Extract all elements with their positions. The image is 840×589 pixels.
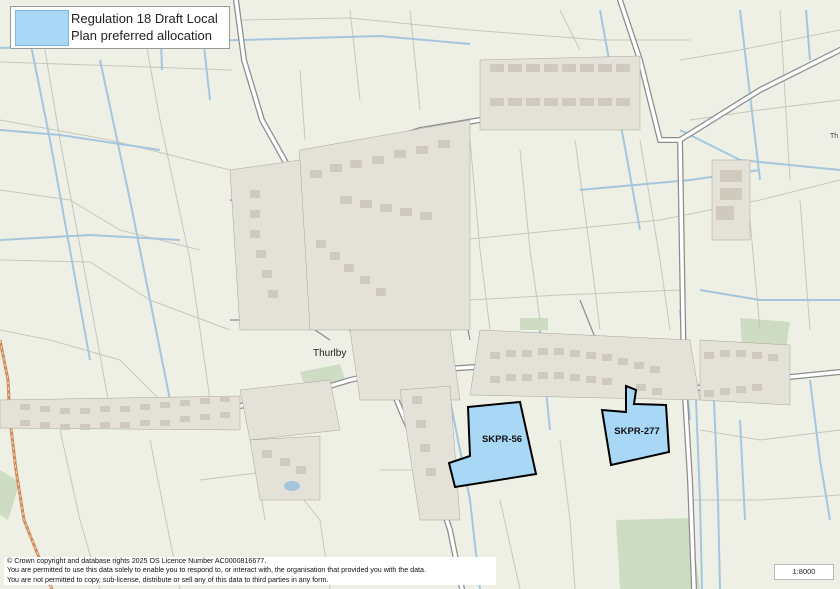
copyright-line2: You are permitted to use this data solel… [7, 566, 426, 575]
copyright-line3: You are not permitted to copy, sub-licen… [7, 575, 329, 584]
place-label-thurlby: Thurlby [313, 348, 346, 359]
site-label-skpr-277: SKPR-277 [614, 426, 659, 437]
scale-indicator: 1:8000 [774, 564, 834, 580]
site-label-skpr-56: SKPR-56 [482, 434, 522, 445]
legend-label-line2: Plan preferred allocation [71, 28, 212, 43]
copyright-notice: © Crown copyright and database rights 20… [4, 557, 496, 585]
place-label-right-cut: Th [830, 133, 838, 140]
legend-swatch [15, 10, 69, 46]
legend-label: Regulation 18 Draft Local Plan preferred… [71, 10, 218, 44]
pond [284, 481, 300, 491]
legend: Regulation 18 Draft Local Plan preferred… [10, 6, 230, 49]
copyright-line1: © Crown copyright and database rights 20… [7, 557, 267, 565]
base-map: SKPR-56 SKPR-277 Thurlby Th [0, 0, 840, 589]
legend-label-line1: Regulation 18 Draft Local [71, 11, 218, 26]
